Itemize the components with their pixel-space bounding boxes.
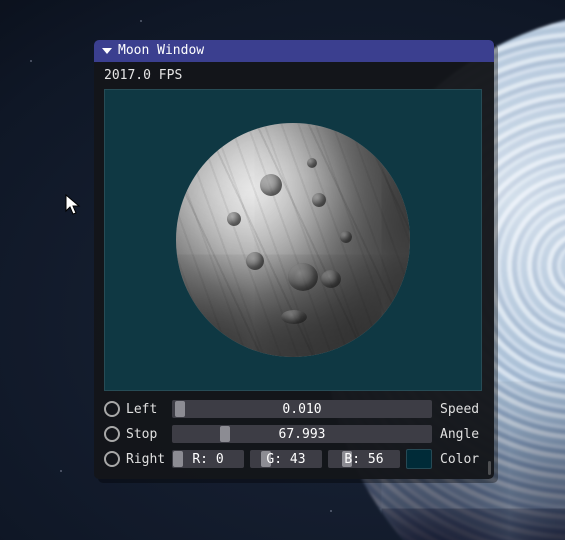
angle-label: Angle — [440, 427, 484, 442]
row-speed: Left 0.010 Speed — [104, 399, 484, 419]
row-angle: Stop 67.993 Angle — [104, 424, 484, 444]
moon-sphere — [176, 123, 410, 357]
moon-viewport[interactable] — [104, 89, 482, 391]
color-r-slider[interactable]: R: 0 — [172, 450, 244, 468]
color-b-slider[interactable]: B: 56 — [328, 450, 400, 468]
color-r-value: R: 0 — [192, 452, 223, 467]
color-g-value: G: 43 — [266, 452, 305, 467]
star — [60, 470, 62, 472]
scene-background: Moon Window 2017.0 FPS — [0, 0, 565, 540]
row-color: Right R: 0 G: 43 B: 56 Color — [104, 449, 484, 469]
angle-slider[interactable]: 67.993 — [172, 425, 432, 443]
controls-panel: Left 0.010 Speed Stop 67.993 Angle — [104, 399, 484, 469]
color-swatch[interactable] — [406, 449, 432, 469]
radio-right[interactable] — [104, 451, 120, 467]
fps-readout: 2017.0 FPS — [104, 68, 484, 83]
window-title: Moon Window — [118, 40, 204, 62]
radio-right-label: Right — [126, 452, 166, 467]
star — [30, 60, 32, 62]
slider-thumb — [173, 451, 183, 467]
slider-thumb — [175, 401, 185, 417]
speed-value: 0.010 — [282, 402, 321, 417]
radio-stop[interactable] — [104, 426, 120, 442]
window-titlebar[interactable]: Moon Window — [94, 40, 494, 62]
color-g-slider[interactable]: G: 43 — [250, 450, 322, 468]
speed-label: Speed — [440, 402, 484, 417]
speed-slider[interactable]: 0.010 — [172, 400, 432, 418]
moon-window[interactable]: Moon Window 2017.0 FPS — [94, 40, 494, 479]
radio-left-label: Left — [126, 402, 166, 417]
radio-stop-label: Stop — [126, 427, 166, 442]
color-label: Color — [440, 452, 484, 467]
resize-grip-icon[interactable] — [488, 461, 491, 475]
color-b-value: B: 56 — [344, 452, 383, 467]
radio-left[interactable] — [104, 401, 120, 417]
window-body: 2017.0 FPS Left — [94, 62, 494, 479]
star — [140, 20, 142, 22]
collapse-arrow-icon[interactable] — [102, 48, 112, 54]
star — [330, 510, 332, 512]
angle-value: 67.993 — [279, 427, 326, 442]
slider-thumb — [220, 426, 230, 442]
